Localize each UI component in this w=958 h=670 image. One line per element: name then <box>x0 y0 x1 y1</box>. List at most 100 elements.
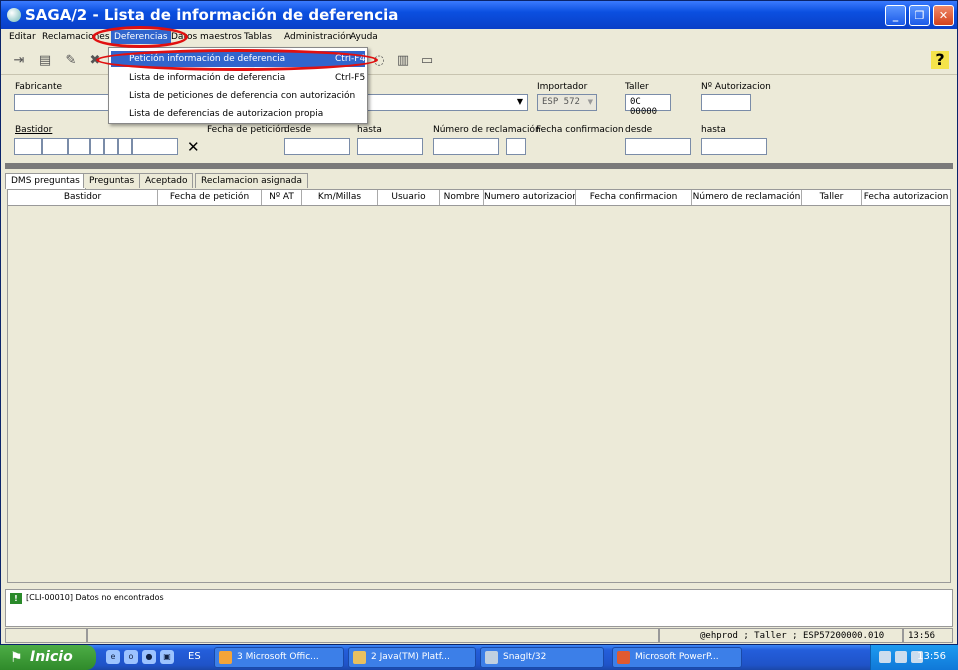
tab-aceptado[interactable]: Aceptado <box>139 173 194 188</box>
bastidor-field-6[interactable] <box>118 138 132 155</box>
tray-app-icon[interactable] <box>895 651 907 663</box>
message-panel: ! [CLI-00010] Datos no encontrados <box>5 589 953 627</box>
num-reclamacion-suffix-field[interactable] <box>506 138 526 155</box>
table-header: Bastidor Fecha de petición Nº AT Km/Mill… <box>8 190 950 206</box>
fecha-peticion-hasta-field[interactable] <box>357 138 423 155</box>
bastidor-field-7[interactable] <box>132 138 178 155</box>
fecha-confirmacion-label: Fecha confirmacion <box>536 125 624 135</box>
annotation-ring-menu <box>92 26 188 48</box>
bastidor-field-3[interactable] <box>68 138 90 155</box>
status-cell-info: @ehprod ; Taller ; ESP57200000.010 <box>659 628 903 643</box>
fecha-peticion-desde-field[interactable] <box>284 138 350 155</box>
menu-tablas[interactable]: Tablas <box>244 32 272 42</box>
menu-administracion[interactable]: Administración <box>284 32 351 42</box>
taller-field[interactable]: 0C 00000 <box>625 94 671 117</box>
application-window: SAGA/2 - Lista de información de deferen… <box>0 0 958 645</box>
minimize-button[interactable]: _ <box>885 5 906 26</box>
start-button[interactable]: ⚑ Inicio <box>0 645 96 670</box>
num-reclamacion-label: Número de reclamación <box>433 125 541 135</box>
status-cell-1 <box>5 628 87 643</box>
help-icon[interactable]: ? <box>931 51 949 69</box>
importador-field[interactable]: ESP 572 ▼ <box>537 94 597 111</box>
snagit-app-icon <box>485 651 498 664</box>
column-header-fecha-confirmacion[interactable]: Fecha confirmacion <box>576 190 692 205</box>
column-header-numero-autorizacion[interactable]: Numero autorizacion <box>484 190 576 205</box>
status-bar: @ehprod ; Taller ; ESP57200000.010 13:56 <box>5 628 953 643</box>
new-record-icon[interactable]: ▤ <box>37 53 53 69</box>
window-title: SAGA/2 - Lista de información de deferen… <box>25 6 399 24</box>
bastidor-label: Bastidor <box>15 125 53 135</box>
column-header-taller[interactable]: Taller <box>802 190 862 205</box>
importador-label: Importador <box>537 82 588 92</box>
menu-item-lista-peticiones-autorizacion[interactable]: Lista de peticiones de deferencia con au… <box>111 88 365 104</box>
status-cell-time: 13:56 <box>903 628 953 643</box>
tab-dms-preguntas[interactable]: DMS preguntas <box>5 173 86 189</box>
menu-ayuda[interactable]: Ayuda <box>350 32 378 42</box>
media-icon[interactable]: ● <box>142 650 156 664</box>
clock: 13:56 <box>917 651 946 662</box>
fecha-confirmacion-hasta-field[interactable] <box>701 138 767 155</box>
column-header-nombre[interactable]: Nombre <box>440 190 484 205</box>
tab-preguntas[interactable]: Preguntas <box>83 173 141 188</box>
folder-icon[interactable]: ▭ <box>419 53 435 69</box>
language-indicator[interactable]: ES <box>188 651 201 662</box>
tab-reclamacion-asignada[interactable]: Reclamacion asignada <box>195 173 309 188</box>
powerpoint-app-icon <box>617 651 630 664</box>
column-header-km-millas[interactable]: Km/Millas <box>302 190 378 205</box>
ie-icon[interactable]: e <box>106 650 120 664</box>
column-header-num-at[interactable]: Nº AT <box>262 190 302 205</box>
fabricante-label: Fabricante <box>15 82 63 92</box>
autorizacion-field[interactable] <box>701 94 751 111</box>
annotation-ring-item <box>96 49 378 71</box>
status-info: @ehprod ; Taller ; ESP57200000.010 <box>700 631 885 641</box>
taller-label: Taller <box>625 82 649 92</box>
separator-bar <box>5 163 953 169</box>
barcode-icon[interactable]: ▥ <box>395 53 411 69</box>
menu-item-lista-autorizacion-propia[interactable]: Lista de deferencias de autorizacion pro… <box>111 106 365 122</box>
maximize-button[interactable]: ❐ <box>909 5 930 26</box>
status-time: 13:56 <box>908 631 936 641</box>
column-header-numero-reclamacion[interactable]: Número de reclamación <box>692 190 802 205</box>
bastidor-field-2[interactable] <box>42 138 68 155</box>
bastidor-field-1[interactable] <box>14 138 42 155</box>
column-header-usuario[interactable]: Usuario <box>378 190 440 205</box>
autorizacion-label: Nº Autorizacion <box>701 82 771 92</box>
hasta-label: hasta <box>357 125 382 135</box>
taskbar-button-snagit[interactable]: SnagIt/32 <box>480 647 604 668</box>
column-header-fecha-autorizacion[interactable]: Fecha autorizacion <box>862 190 950 205</box>
desde-label: desde <box>284 125 312 135</box>
windows-flag-icon: ⚑ <box>10 650 23 666</box>
close-button[interactable]: ✕ <box>933 5 954 26</box>
tray-arrow-icon[interactable] <box>879 651 891 663</box>
message-text: [CLI-00010] Datos no encontrados <box>26 593 164 602</box>
login-icon[interactable]: ⇥ <box>11 53 27 69</box>
desde2-label: desde <box>625 125 653 135</box>
column-header-fecha-peticion[interactable]: Fecha de petición <box>158 190 262 205</box>
column-header-bastidor[interactable]: Bastidor <box>8 190 158 205</box>
num-reclamacion-field[interactable] <box>433 138 499 155</box>
chevron-down-icon: ▼ <box>516 97 523 106</box>
fecha-confirmacion-desde-field[interactable] <box>625 138 691 155</box>
app-icon <box>7 8 21 22</box>
menu-editar[interactable]: Editar <box>9 32 36 42</box>
title-bar[interactable]: SAGA/2 - Lista de información de deferen… <box>1 1 957 29</box>
taskbar-button-java[interactable]: 2 Java(TM) Platf... <box>348 647 476 668</box>
edit-document-icon[interactable]: ✎ <box>63 53 79 69</box>
menu-item-lista-informacion[interactable]: Lista de información de deferencia Ctrl-… <box>111 70 365 86</box>
bastidor-field-5[interactable] <box>104 138 118 155</box>
status-cell-2 <box>87 628 659 643</box>
fecha-peticion-label: Fecha de petición <box>207 125 287 135</box>
info-icon: ! <box>10 593 22 604</box>
office-icon[interactable]: ▣ <box>160 650 174 664</box>
taskbar: ⚑ Inicio e o ● ▣ ES 3 Microsoft Offic...… <box>0 645 958 670</box>
clear-icon[interactable]: ✕ <box>187 138 200 156</box>
bastidor-field-4[interactable] <box>90 138 104 155</box>
taskbar-button-office[interactable]: 3 Microsoft Offic... <box>214 647 344 668</box>
hasta2-label: hasta <box>701 125 726 135</box>
taskbar-button-powerpoint[interactable]: Microsoft PowerP... <box>612 647 742 668</box>
office-app-icon <box>219 651 232 664</box>
java-app-icon <box>353 651 366 664</box>
chevron-down-icon: ▼ <box>587 98 593 106</box>
outlook-icon[interactable]: o <box>124 650 138 664</box>
results-table: Bastidor Fecha de petición Nº AT Km/Mill… <box>7 189 951 583</box>
